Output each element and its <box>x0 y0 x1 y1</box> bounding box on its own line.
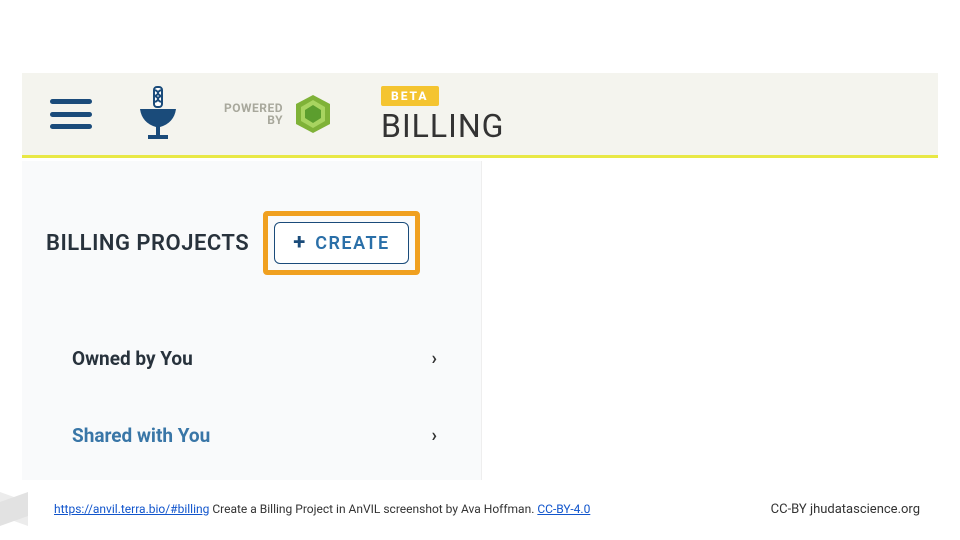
footer-caption: Create a Billing Project in AnVIL screen… <box>209 502 537 516</box>
plus-icon: + <box>293 232 305 254</box>
hamburger-menu-icon[interactable] <box>50 99 92 129</box>
footer-url-link[interactable]: https://anvil.terra.bio/#billing <box>54 502 209 516</box>
content-area: BILLING PROJECTS + CREATE Owned by You ›… <box>22 161 938 480</box>
section-label: Owned by You <box>72 347 193 370</box>
footer: https://anvil.terra.bio/#billing Create … <box>0 492 960 526</box>
section-label: Shared with You <box>72 424 210 447</box>
section-shared-with-you[interactable]: Shared with You › <box>46 402 457 469</box>
top-bar: POWERED BY BETA BILLING <box>22 73 938 158</box>
terra-logo-icon <box>291 92 335 136</box>
chevron-right-icon: › <box>432 425 437 446</box>
create-button-label: CREATE <box>315 233 390 254</box>
chevron-right-icon: › <box>432 348 437 369</box>
create-button-highlight: + CREATE <box>263 211 420 275</box>
footer-decoration-icon <box>0 492 46 526</box>
section-owned-by-you[interactable]: Owned by You › <box>46 325 457 392</box>
powered-by-terra: POWERED BY <box>224 92 335 136</box>
billing-projects-panel: BILLING PROJECTS + CREATE Owned by You ›… <box>22 161 482 480</box>
create-button[interactable]: + CREATE <box>274 222 409 264</box>
anvil-logo-icon[interactable] <box>130 83 186 145</box>
footer-license-link[interactable]: CC-BY-4.0 <box>537 502 590 516</box>
powered-label-2: BY <box>224 114 283 126</box>
page-title-block: BETA BILLING <box>381 86 504 142</box>
page-title: BILLING <box>381 110 504 142</box>
panel-title: BILLING PROJECTS <box>46 231 249 256</box>
beta-badge: BETA <box>381 86 439 106</box>
footer-attribution: CC-BY jhudatascience.org <box>771 502 920 517</box>
